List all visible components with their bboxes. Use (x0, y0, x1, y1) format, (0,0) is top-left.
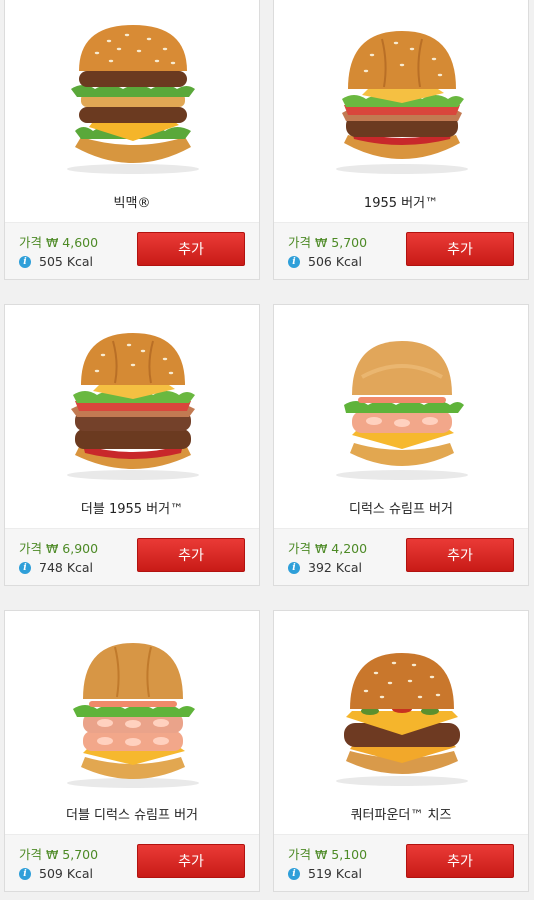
calories-value: 509 Kcal (39, 866, 94, 881)
add-button[interactable]: 추가 (137, 844, 245, 878)
add-button[interactable]: 추가 (137, 538, 245, 572)
calories-value: 519 Kcal (308, 866, 363, 881)
product-name: 디럭스 슈림프 버거 (349, 502, 453, 517)
product-card: 더블 디럭스 슈림프 버거 가격 ₩ 5,700 i 509 Kcal 추가 (4, 610, 260, 892)
product-price: 가격 ₩ 4,200 (288, 541, 368, 556)
product-calories: i 509 Kcal (19, 866, 93, 881)
product-calories: i 519 Kcal (288, 866, 362, 881)
product-footer: 가격 ₩ 4,200 i 392 Kcal 추가 (274, 528, 528, 585)
info-icon[interactable]: i (19, 561, 31, 574)
calories-value: 505 Kcal (39, 254, 94, 269)
add-button[interactable]: 추가 (137, 232, 245, 266)
calories-value: 506 Kcal (308, 254, 363, 269)
product-name: 쿼터파운더™ 치즈 (350, 808, 452, 823)
product-footer: 가격 ₩ 5,700 i 509 Kcal 추가 (5, 834, 259, 891)
product-name: 1955 버거™ (363, 196, 439, 211)
product-calories: i 506 Kcal (288, 254, 362, 269)
double-deluxe-shrimp-burger-image (67, 643, 199, 788)
product-card: 더블 1955 버거™ 가격 ₩ 6,900 i 748 Kcal 추가 (4, 304, 260, 586)
product-calories: i 505 Kcal (19, 254, 93, 269)
product-name: 더블 1955 버거™ (80, 502, 184, 517)
1955-burger-image (336, 31, 468, 174)
product-footer: 가격 ₩ 4,600 i 505 Kcal 추가 (5, 222, 259, 279)
product-footer: 가격 ₩ 6,900 i 748 Kcal 추가 (5, 528, 259, 585)
calories-value: 392 Kcal (308, 560, 363, 575)
product-calories: i 748 Kcal (19, 560, 93, 575)
product-card: 디럭스 슈림프 버거 가격 ₩ 4,200 i 392 Kcal 추가 (273, 304, 529, 586)
calories-value: 748 Kcal (39, 560, 94, 575)
info-icon[interactable]: i (19, 867, 31, 880)
info-icon[interactable]: i (19, 255, 31, 268)
product-price: 가격 ₩ 5,700 (288, 235, 368, 250)
info-icon[interactable]: i (288, 561, 300, 574)
product-name: 더블 디럭스 슈림프 버거 (66, 808, 198, 823)
info-icon[interactable]: i (288, 255, 300, 268)
product-card: 쿼터파운더™ 치즈 가격 ₩ 5,100 i 519 Kcal 추가 (273, 610, 529, 892)
product-footer: 가격 ₩ 5,700 i 506 Kcal 추가 (274, 222, 528, 279)
product-card: 빅맥® 가격 ₩ 4,600 i 505 Kcal 추가 (4, 0, 260, 280)
product-price: 가격 ₩ 4,600 (19, 235, 99, 250)
add-button[interactable]: 추가 (406, 232, 514, 266)
product-price: 가격 ₩ 5,700 (19, 847, 99, 862)
big-mac-burger-image (67, 25, 199, 174)
product-price: 가격 ₩ 6,900 (19, 541, 99, 556)
product-calories: i 392 Kcal (288, 560, 362, 575)
info-icon[interactable]: i (288, 867, 300, 880)
quarter-pounder-cheese-burger-image (336, 653, 468, 786)
product-footer: 가격 ₩ 5,100 i 519 Kcal 추가 (274, 834, 528, 891)
add-button[interactable]: 추가 (406, 538, 514, 572)
product-price: 가격 ₩ 5,100 (288, 847, 368, 862)
deluxe-shrimp-burger-image (336, 341, 468, 480)
product-card: 1955 버거™ 가격 ₩ 5,700 i 506 Kcal 추가 (273, 0, 529, 280)
add-button[interactable]: 추가 (406, 844, 514, 878)
product-name: 빅맥® (113, 196, 151, 211)
double-1955-burger-image (67, 333, 199, 480)
